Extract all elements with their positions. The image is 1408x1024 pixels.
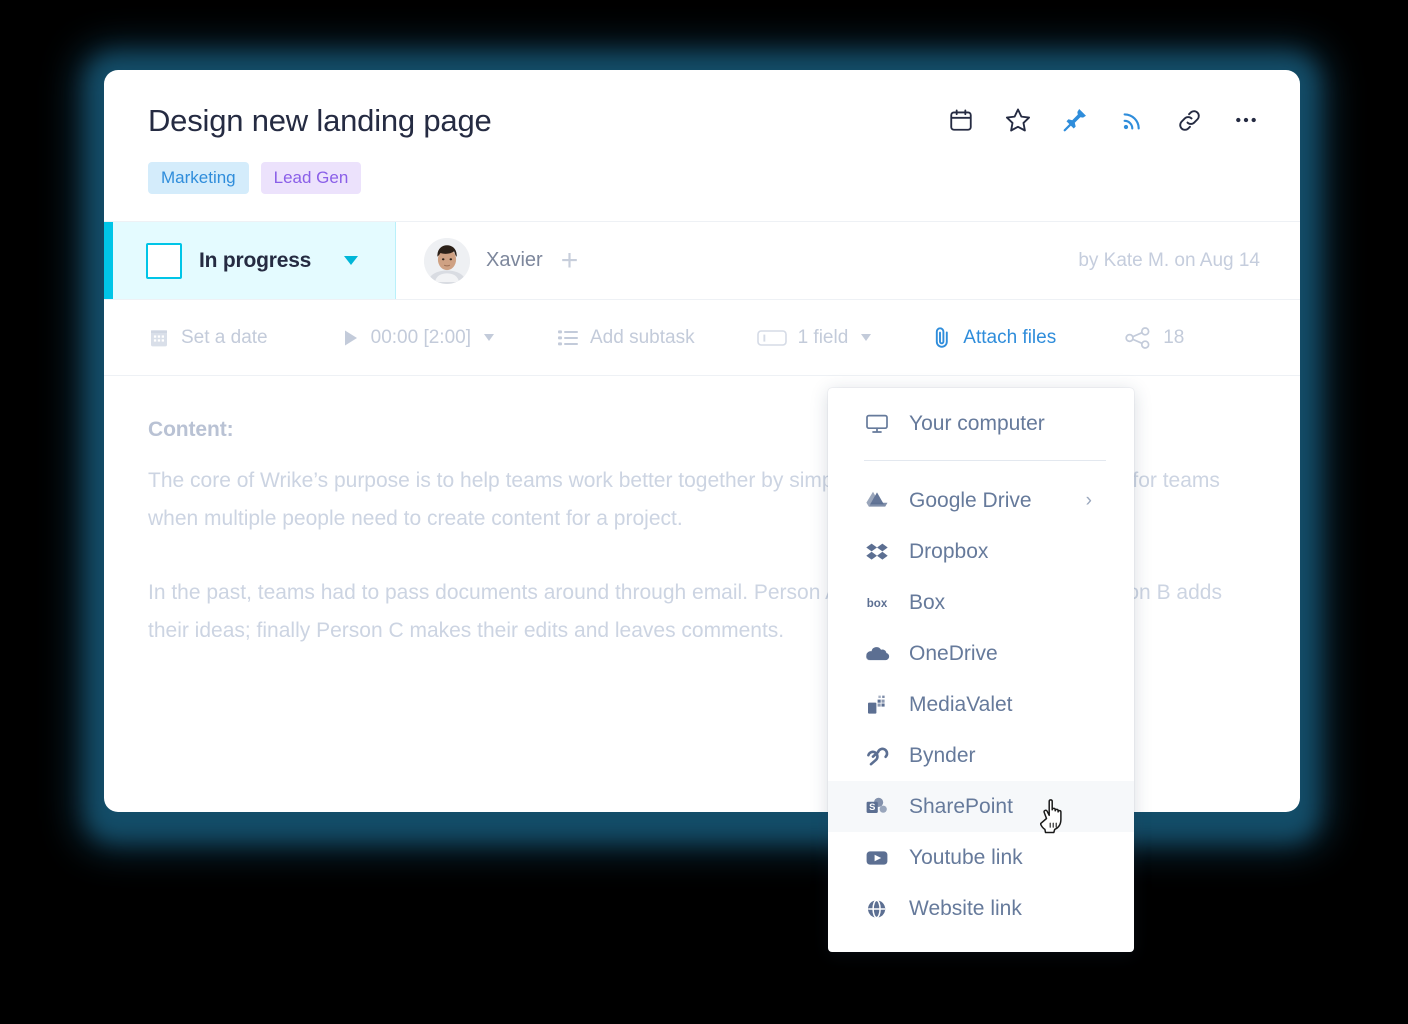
assignee-block: Xavier + [396,222,578,299]
google-drive-icon [864,490,890,512]
chevron-down-icon[interactable] [484,334,494,341]
menu-label: Youtube link [909,845,1023,869]
pin-icon[interactable] [1059,104,1091,136]
chevron-down-icon[interactable] [861,334,872,341]
fields-button[interactable]: 1 field [756,326,872,349]
onedrive-icon [864,645,890,663]
globe-icon [864,898,890,920]
svg-text:box: box [867,598,888,610]
sharepoint-icon: S [864,796,890,818]
dropbox-icon [864,541,890,563]
header-actions [945,104,1262,136]
menu-label: Dropbox [909,539,989,563]
menu-label: Bynder [909,743,976,767]
status-accent-bar [104,222,113,299]
status-label: In progress [199,248,312,272]
menu-item-sharepoint[interactable]: S SharePoint [828,781,1134,832]
follow-icon[interactable] [1116,104,1148,136]
fields-label: 1 field [797,326,849,348]
menu-item-your-computer[interactable]: Your computer [828,398,1134,449]
youtube-icon [864,848,890,868]
monitor-icon [864,413,890,435]
menu-item-youtube-link[interactable]: Youtube link [828,832,1134,883]
menu-label: Your computer [909,411,1045,435]
menu-divider [864,460,1106,461]
svg-text:S: S [869,801,875,812]
box-icon: box [864,596,890,610]
menu-item-dropbox[interactable]: Dropbox [828,526,1134,577]
status-dropdown[interactable]: In progress [104,222,396,299]
more-icon[interactable] [1230,104,1262,136]
menu-label: MediaValet [909,692,1013,716]
add-subtask-label: Add subtask [590,326,695,348]
task-toolbar: Set a date 00:00 [2:00] Add subtask 1 fi… [104,300,1300,376]
share-count: 18 [1163,326,1185,348]
menu-label: Google Drive [909,488,1032,512]
created-byline: by Kate M. on Aug 14 [1078,249,1260,271]
set-date-button[interactable]: Set a date [148,327,268,349]
mediavalet-icon [864,694,890,716]
calendar-icon[interactable] [945,104,977,136]
menu-label: SharePoint [909,794,1013,818]
attach-files-label: Attach files [963,326,1057,348]
menu-item-bynder[interactable]: Bynder [828,730,1134,781]
star-icon[interactable] [1002,104,1034,136]
share-button[interactable]: 18 [1124,326,1184,350]
menu-item-onedrive[interactable]: OneDrive [828,628,1134,679]
attach-files-button[interactable]: Attach files [932,326,1056,350]
menu-label: Website link [909,896,1022,920]
chevron-right-icon[interactable]: › [1086,491,1092,510]
tag-lead-gen[interactable]: Lead Gen [260,162,362,195]
menu-label: Box [909,590,946,614]
add-assignee-button[interactable]: + [561,245,579,276]
menu-item-google-drive[interactable]: Google Drive › [828,475,1134,526]
menu-label: OneDrive [909,641,998,665]
assignee-name: Xavier [486,249,543,271]
attach-files-menu: Your computer Google Drive › Dropbox box… [828,388,1134,952]
timer-button[interactable]: 00:00 [2:00] [342,327,494,349]
set-date-label: Set a date [181,326,268,348]
add-subtask-button[interactable]: Add subtask [557,327,695,349]
menu-item-mediavalet[interactable]: MediaValet [828,679,1134,730]
task-complete-checkbox[interactable] [146,242,182,279]
bynder-icon [864,745,890,767]
tag-list: Marketing Lead Gen [148,162,1256,195]
menu-item-box[interactable]: box Box [828,577,1134,628]
menu-item-website-link[interactable]: Website link [828,883,1134,934]
screen: Design new landing page Marketing Lead G… [0,0,1408,1024]
timer-label: 00:00 [2:00] [370,326,471,348]
tag-marketing[interactable]: Marketing [148,162,249,195]
status-bar: In progress Xavier + by Kate M. on Aug 1… [104,222,1300,300]
task-header: Design new landing page Marketing Lead G… [104,70,1300,222]
avatar[interactable] [424,237,470,284]
chevron-down-icon[interactable] [344,256,359,265]
link-icon[interactable] [1173,104,1205,136]
